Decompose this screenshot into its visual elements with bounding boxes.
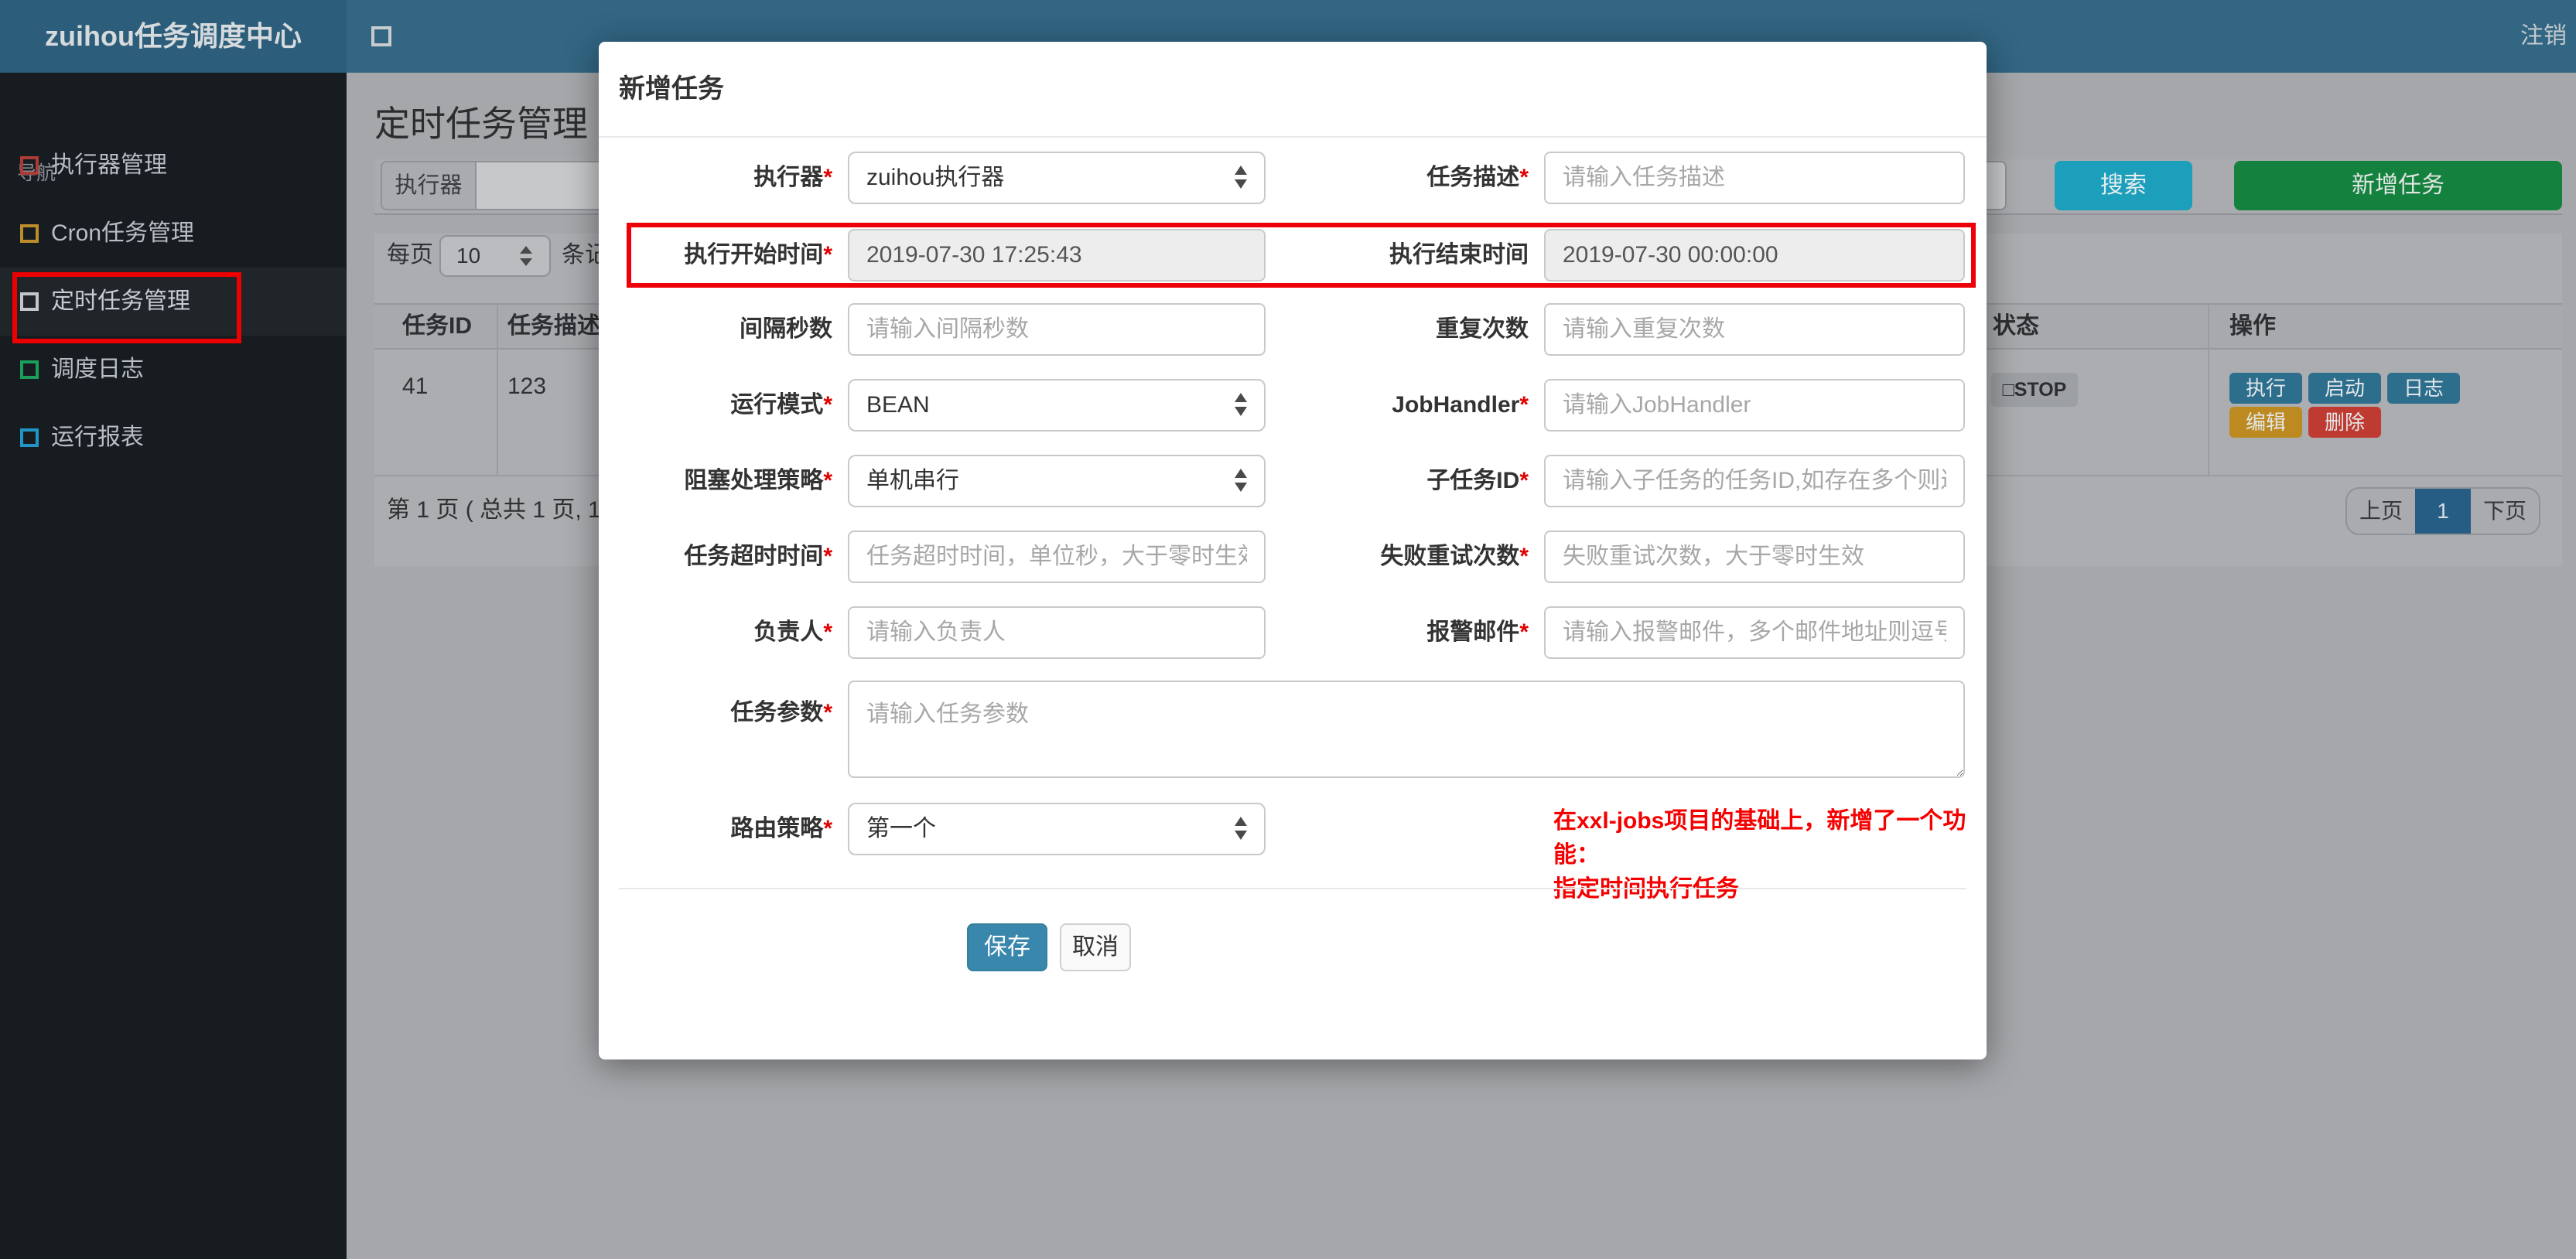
feature-note: 在xxl-jobs项目的基础上，新增了一个功能： 指定时间执行任务: [1553, 804, 1980, 906]
task-timeout-input[interactable]: [848, 531, 1266, 583]
page-title: 定时任务管理: [374, 104, 588, 144]
field-label: 执行开始时间*: [684, 242, 832, 268]
form-row-exec-time: 执行开始时间* 执行结束时间: [599, 229, 1987, 281]
add-task-modal: 新增任务 执行器* zuihou执行器 任务描述* 执行开始时间* 执行结束时间…: [599, 42, 1987, 1059]
modal-header-divider: [599, 136, 1987, 138]
field-label: 任务描述*: [1426, 165, 1529, 190]
field-label: 子任务ID*: [1426, 468, 1529, 493]
feature-note-line2: 指定时间执行任务: [1553, 876, 1739, 902]
sidebar-item-dispatch-log[interactable]: 调度日志: [0, 336, 347, 404]
task-desc-input[interactable]: [1544, 152, 1965, 204]
field-label: 运行模式*: [730, 392, 832, 418]
modal-footer-divider: [619, 888, 1966, 889]
repeat-count-input[interactable]: [1544, 303, 1965, 356]
sidebar-toggle-icon[interactable]: [371, 26, 391, 46]
brand-title: zuihou任务调度中心: [0, 0, 347, 73]
sidebar-item-label: 运行报表: [51, 425, 144, 450]
next-page-button[interactable]: 下页: [2471, 489, 2539, 534]
select-arrows-icon: [1235, 469, 1250, 492]
field-label: 任务超时时间*: [684, 544, 832, 569]
sidebar-item-label: 执行器管理: [51, 152, 167, 178]
col-header-operations: 操作: [2229, 313, 2276, 339]
select-arrows-icon: [1235, 165, 1250, 189]
sidebar-item-timed-task-manage[interactable]: 定时任务管理: [0, 268, 347, 336]
field-label: 负责人*: [753, 619, 832, 645]
status-badge: □STOP: [1991, 373, 2078, 407]
field-label: JobHandler*: [1392, 392, 1529, 418]
col-header-status: 状态: [1993, 313, 2039, 339]
run-button[interactable]: 执行: [2229, 373, 2302, 404]
select-arrows-icon: [1235, 393, 1250, 416]
owner-input[interactable]: [848, 606, 1266, 659]
square-outline-icon: [20, 156, 39, 175]
per-page-prefix: 每页: [387, 242, 433, 268]
feature-note-line1: 在xxl-jobs项目的基础上，新增了一个功能：: [1553, 808, 1966, 868]
block-strategy-select[interactable]: 单机串行: [848, 455, 1266, 507]
field-label: 间隔秒数: [740, 316, 832, 342]
per-page-select[interactable]: 10: [439, 235, 551, 277]
end-time-input[interactable]: [1544, 229, 1965, 281]
executor-select[interactable]: zuihou执行器: [848, 152, 1266, 204]
sidebar-item-label: Cron任务管理: [51, 220, 195, 246]
fail-retry-input[interactable]: [1544, 531, 1965, 583]
save-button[interactable]: 保存: [967, 923, 1047, 971]
cancel-button[interactable]: 取消: [1060, 923, 1131, 971]
executor-filter-addon: 执行器: [381, 161, 477, 210]
logout-link[interactable]: 注销: [2520, 0, 2567, 73]
form-row-interval: 间隔秒数 重复次数: [599, 303, 1987, 356]
field-label: 路由策略*: [730, 816, 832, 841]
child-task-id-input[interactable]: [1544, 455, 1965, 507]
prev-page-button[interactable]: 上页: [2347, 489, 2415, 534]
current-page-button[interactable]: 1: [2415, 489, 2471, 534]
col-header-task-desc: 任务描述: [507, 313, 600, 339]
square-outline-icon: [20, 360, 39, 379]
cell-task-id: 41: [402, 374, 429, 399]
form-row-owner: 负责人* 报警邮件*: [599, 606, 1987, 659]
sidebar-item-label: 调度日志: [51, 357, 144, 382]
field-label: 报警邮件*: [1426, 619, 1529, 645]
field-label: 重复次数: [1436, 316, 1529, 342]
run-mode-select[interactable]: BEAN: [848, 379, 1266, 432]
route-strategy-select[interactable]: 第一个: [848, 803, 1266, 855]
delete-button[interactable]: 删除: [2308, 407, 2381, 438]
col-header-task-id: 任务ID: [402, 313, 472, 339]
sidebar-item-cron-task-manage[interactable]: Cron任务管理: [0, 200, 347, 268]
start-button[interactable]: 启动: [2308, 373, 2381, 404]
app-root: zuihou任务调度中心 注销 导航 执行器管理 Cron任务管理 定时任务管理…: [0, 0, 2576, 1259]
column-divider: [2208, 303, 2209, 475]
square-outline-icon: [20, 224, 39, 243]
add-task-button[interactable]: 新增任务: [2234, 161, 2562, 210]
form-row-run-mode: 运行模式* BEAN JobHandler*: [599, 379, 1987, 432]
task-params-textarea[interactable]: [848, 681, 1965, 778]
pagination: 上页 1 下页: [2345, 487, 2540, 535]
cell-task-desc: 123: [507, 374, 547, 399]
alarm-email-input[interactable]: [1544, 606, 1965, 659]
square-outline-icon: [20, 428, 39, 447]
square-outline-icon: [20, 292, 39, 311]
select-arrows-icon: [1235, 817, 1250, 840]
sidebar-item-executor-manage[interactable]: 执行器管理: [0, 131, 347, 200]
interval-seconds-input[interactable]: [848, 303, 1266, 356]
column-divider: [497, 303, 498, 475]
sidebar-item-run-report[interactable]: 运行报表: [0, 404, 347, 472]
select-arrows-icon: [520, 246, 535, 266]
edit-button[interactable]: 编辑: [2229, 407, 2302, 438]
field-label: 任务参数*: [730, 700, 832, 725]
field-label: 执行结束时间: [1389, 242, 1529, 268]
search-button[interactable]: 搜索: [2055, 161, 2192, 210]
modal-title: 新增任务: [619, 74, 724, 104]
field-label: 执行器*: [753, 165, 832, 190]
jobhandler-input[interactable]: [1544, 379, 1965, 432]
field-label: 阻塞处理策略*: [684, 468, 832, 493]
per-page-value: 10: [456, 244, 481, 268]
form-row-block-strategy: 阻塞处理策略* 单机串行 子任务ID*: [599, 455, 1987, 507]
log-button[interactable]: 日志: [2387, 373, 2460, 404]
start-time-input[interactable]: [848, 229, 1266, 281]
form-row-timeout: 任务超时时间* 失败重试次数*: [599, 531, 1987, 583]
sidebar-item-label: 定时任务管理: [51, 288, 190, 314]
form-row-executor: 执行器* zuihou执行器 任务描述*: [599, 152, 1987, 204]
field-label: 失败重试次数*: [1380, 544, 1529, 569]
